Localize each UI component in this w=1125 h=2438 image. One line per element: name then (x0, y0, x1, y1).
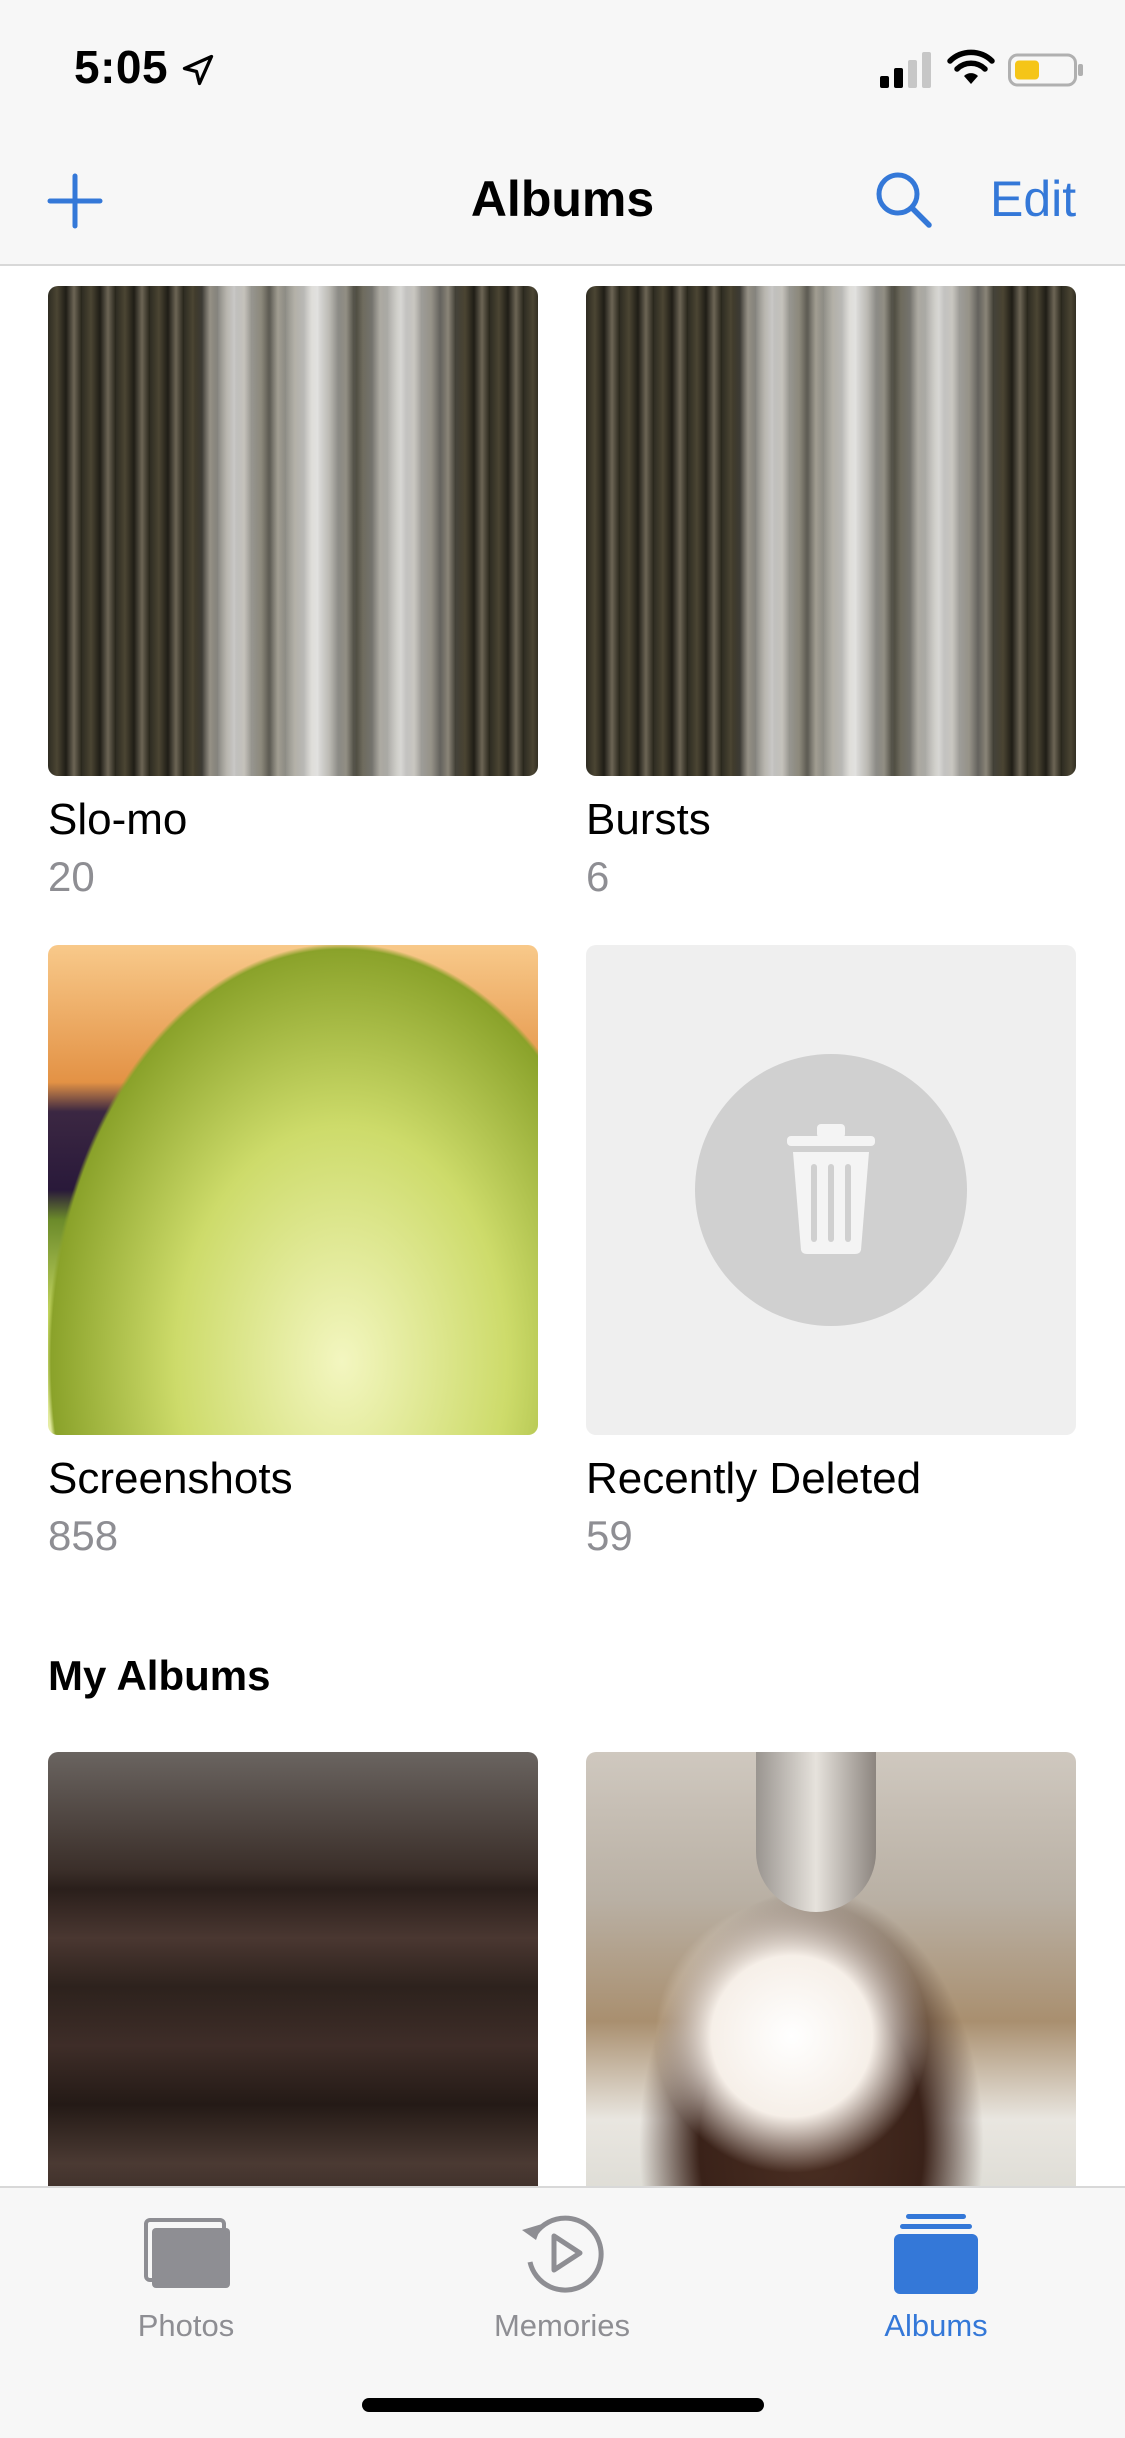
album-title: Recently Deleted (586, 1454, 922, 1503)
status-bar: 5:05 (0, 0, 1125, 140)
album-thumbnail[interactable] (48, 945, 538, 1435)
battery-low-power-icon (1008, 53, 1083, 87)
edit-button[interactable]: Edit (990, 170, 1076, 228)
tab-label: Albums (884, 2308, 988, 2343)
cellular-signal-icon (880, 52, 931, 88)
albums-content: Slo-mo 20 Bursts 6 Screenshots 858 Recen… (0, 266, 1125, 2186)
status-time: 5:05 (74, 41, 169, 93)
navigation-bar: Albums Edit (0, 140, 1125, 266)
tab-albums[interactable]: Albums (786, 2208, 1086, 2344)
page-title: Albums (470, 171, 655, 227)
trash-circle (695, 1054, 967, 1326)
tab-label: Memories (493, 2308, 631, 2343)
album-recently-deleted[interactable]: Recently Deleted 59 (586, 945, 1076, 1561)
photos-stack-icon (144, 2218, 230, 2288)
album-thumbnail[interactable] (586, 1752, 1076, 2186)
album-bursts[interactable]: Bursts 6 (586, 286, 1076, 902)
album-thumbnail[interactable] (586, 945, 1076, 1435)
location-arrow-icon (182, 54, 214, 86)
tab-memories[interactable]: Memories (412, 2208, 712, 2344)
album-thumbnail[interactable] (48, 1752, 538, 2186)
trash-icon (787, 1124, 875, 1254)
album-thumbnail[interactable] (48, 286, 538, 776)
tab-photos[interactable]: Photos (36, 2208, 336, 2344)
my-album-2[interactable] (586, 1752, 1076, 2186)
album-title: Slo-mo (48, 795, 188, 844)
search-icon[interactable] (872, 168, 934, 230)
home-indicator[interactable] (362, 2398, 764, 2412)
album-count: 6 (586, 853, 610, 900)
albums-folder-icon (894, 2214, 978, 2294)
album-count: 858 (48, 1512, 119, 1559)
spoon-image-detail (756, 1752, 876, 1912)
album-count: 59 (586, 1512, 633, 1559)
my-album-1[interactable] (48, 1752, 538, 2186)
album-screenshots[interactable]: Screenshots 858 (48, 945, 538, 1561)
album-title: Bursts (586, 795, 711, 844)
wifi-icon (947, 49, 995, 84)
memories-play-icon (522, 2215, 604, 2293)
tab-label: Photos (137, 2308, 235, 2343)
album-slo-mo[interactable]: Slo-mo 20 (48, 286, 538, 902)
album-thumbnail[interactable] (586, 286, 1076, 776)
album-count: 20 (48, 853, 95, 900)
album-title: Screenshots (48, 1454, 293, 1503)
section-title-my-albums: My Albums (48, 1652, 271, 1699)
